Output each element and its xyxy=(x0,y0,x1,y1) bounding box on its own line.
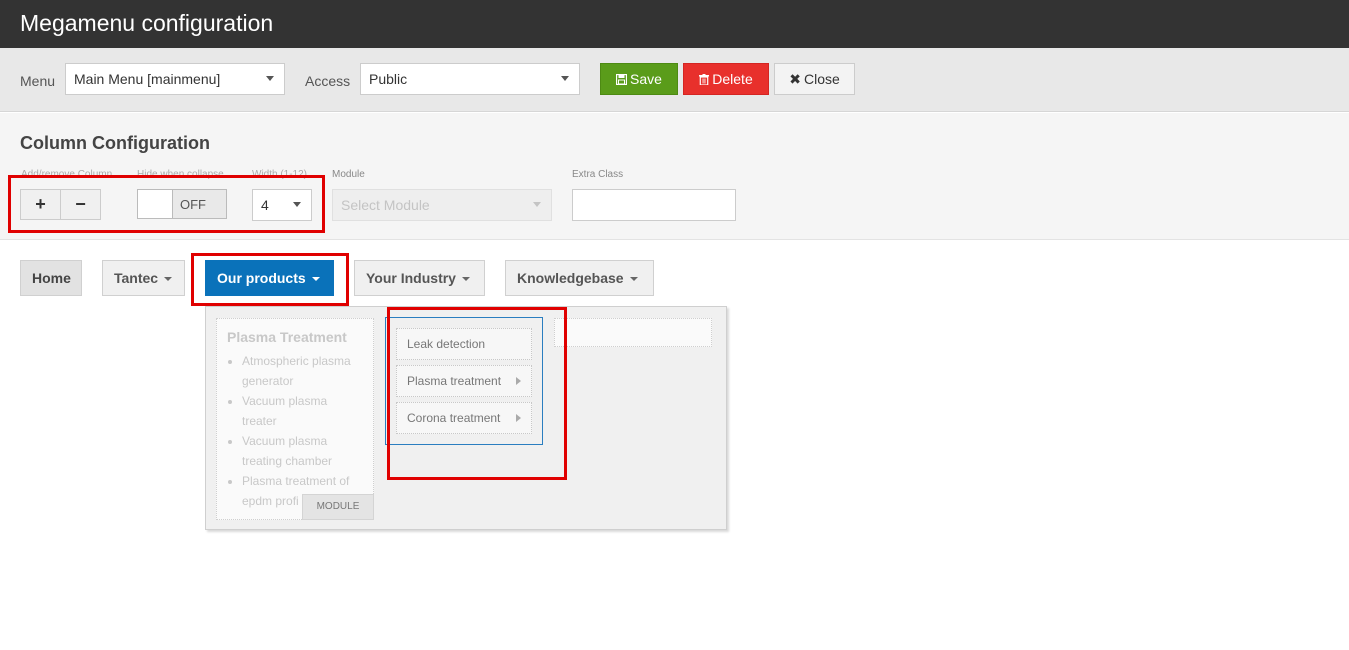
toolbar: Menu Main Menu [mainmenu] Access Public … xyxy=(0,48,1349,112)
highlight-box-column-controls xyxy=(8,175,325,233)
menu-select-value: Main Menu [mainmenu] xyxy=(74,71,221,87)
nav-item-home[interactable]: Home xyxy=(20,260,82,296)
title-bar: Megamenu configuration xyxy=(0,0,1349,48)
module-select-placeholder: Select Module xyxy=(341,197,430,213)
save-button-label: Save xyxy=(630,71,662,87)
nav-item-label: Knowledgebase xyxy=(517,270,624,286)
nav-item-label: Home xyxy=(32,270,71,286)
list-item: Vacuum plasma treating chamber xyxy=(242,431,365,471)
access-label: Access xyxy=(305,73,351,89)
column-configuration-heading: Column Configuration xyxy=(20,133,210,153)
megamenu-column-empty[interactable] xyxy=(554,318,712,347)
delete-button[interactable]: Delete xyxy=(683,63,769,95)
menu-select[interactable]: Main Menu [mainmenu] xyxy=(65,63,285,95)
nav-item-knowledgebase[interactable]: Knowledgebase xyxy=(505,260,654,296)
floppy-icon xyxy=(615,64,628,94)
close-button[interactable]: ✖ Close xyxy=(774,63,855,95)
window-title: Megamenu configuration xyxy=(20,10,274,36)
extra-class-input[interactable] xyxy=(572,189,736,221)
chevron-down-icon xyxy=(533,202,541,207)
chevron-down-icon xyxy=(266,76,274,81)
close-icon: ✖ xyxy=(789,71,801,87)
nav-item-tantec[interactable]: Tantec xyxy=(102,260,185,296)
delete-button-label: Delete xyxy=(712,71,753,87)
megamenu-column-module[interactable]: Plasma Treatment Atmospheric plasma gene… xyxy=(216,318,374,520)
nav-item-label: Your Industry xyxy=(366,270,456,286)
trash-icon xyxy=(699,64,710,94)
access-select-value: Public xyxy=(369,71,408,87)
list-item: Vacuum plasma treater xyxy=(242,391,365,431)
menu-label: Menu xyxy=(20,73,56,89)
chevron-down-icon xyxy=(461,277,470,281)
nav-item-label: Tantec xyxy=(114,270,159,286)
chevron-down-icon xyxy=(629,277,638,281)
column-configuration-panel: Column Configuration Add/remove Column H… xyxy=(0,113,1349,240)
chevron-down-icon xyxy=(164,277,173,281)
list-item: Atmospheric plasma generator xyxy=(242,351,365,391)
module-title: Plasma Treatment xyxy=(227,329,347,345)
save-button[interactable]: Save xyxy=(600,63,678,95)
nav-item-your-industry[interactable]: Your Industry xyxy=(354,260,485,296)
access-select[interactable]: Public xyxy=(360,63,580,95)
chevron-down-icon xyxy=(561,76,569,81)
module-link-list: Atmospheric plasma generator Vacuum plas… xyxy=(227,351,365,511)
module-label: Module xyxy=(332,169,365,180)
module-select[interactable]: Select Module xyxy=(332,189,552,221)
highlight-box-our-products xyxy=(191,253,349,306)
close-button-label: Close xyxy=(803,71,840,87)
extra-class-label: Extra Class xyxy=(572,169,624,180)
highlight-box-selected-column xyxy=(387,307,567,480)
module-tag: MODULE xyxy=(302,494,374,520)
